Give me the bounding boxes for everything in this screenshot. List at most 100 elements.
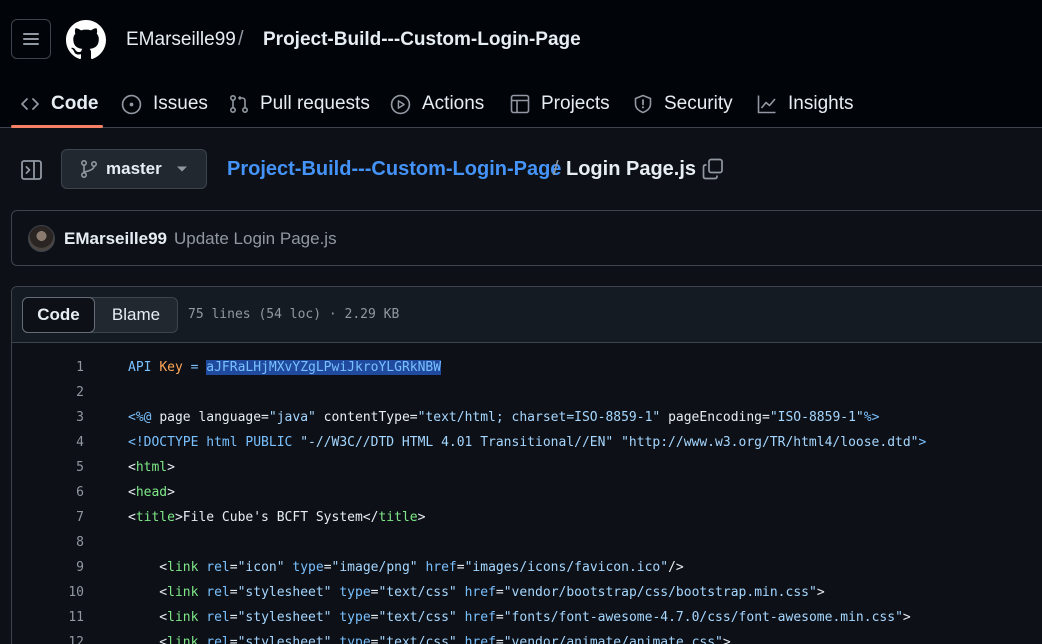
branch-select-button[interactable]: master xyxy=(61,149,207,189)
breadcrumb-owner[interactable]: EMarseille99 xyxy=(126,29,236,51)
line-number[interactable]: 10 xyxy=(12,580,84,605)
file-meta: 75 lines (54 loc) · 2.29 KB xyxy=(188,307,400,322)
blame-view-button[interactable]: Blame xyxy=(95,298,177,332)
code-token: "vendor/animate/animate.css" xyxy=(503,635,723,644)
tab-pull-requests[interactable]: Pull requests xyxy=(229,80,370,128)
code-view-button[interactable]: Code xyxy=(22,297,95,333)
code-line: 6 <head> xyxy=(12,480,1042,505)
play-icon xyxy=(390,94,411,114)
tab-label: Actions xyxy=(422,93,485,114)
line-number[interactable]: 2 xyxy=(12,380,84,405)
line-number[interactable]: 6 xyxy=(12,480,84,505)
commit-message[interactable]: Update Login Page.js xyxy=(174,229,337,249)
code-token: "fonts/font-awesome-4.7.0/css/font-aweso… xyxy=(503,610,903,625)
code-token: /> xyxy=(668,560,684,575)
code-token: "ISO-8859-1" xyxy=(769,410,864,425)
code-token: < xyxy=(128,560,168,575)
tab-label: Pull requests xyxy=(260,93,370,114)
avatar[interactable] xyxy=(28,225,55,252)
code-token: > xyxy=(167,485,175,500)
code-body[interactable]: 1 API Key = aJFRaLHjMXvYZgLPwiJkroYLGRkNB… xyxy=(12,343,1042,644)
code-token: = xyxy=(229,610,238,625)
file-path-repo-link[interactable]: Project-Build---Custom-Login-Page xyxy=(227,158,561,181)
code-token: link xyxy=(167,610,199,625)
code-token: >File Cube's BCFT System</ xyxy=(174,510,379,525)
code-token: contentType= xyxy=(315,410,418,425)
code-token: Key xyxy=(159,360,183,375)
tab-projects[interactable]: Projects xyxy=(510,80,610,128)
menu-button[interactable] xyxy=(11,19,51,59)
code-token: "image/png" xyxy=(331,560,418,575)
line-content: <!DOCTYPE html PUBLIC "-//W3C//DTD HTML … xyxy=(128,430,926,455)
line-content: <link rel="stylesheet" type="text/css" h… xyxy=(128,630,730,644)
line-content: <head> xyxy=(128,480,175,505)
line-number[interactable]: 9 xyxy=(12,555,84,580)
github-logo-icon[interactable] xyxy=(66,20,106,60)
commit-author[interactable]: EMarseille99 xyxy=(64,229,167,249)
code-token: > xyxy=(417,510,426,525)
line-content: <link rel="icon" type="image/png" href="… xyxy=(128,555,684,580)
code-token: <!DOCTYPE html PUBLIC xyxy=(128,435,301,450)
code-token: = xyxy=(229,635,238,644)
line-number[interactable]: 7 xyxy=(12,505,84,530)
code-header: Code Blame 75 lines (54 loc) · 2.29 KB xyxy=(12,287,1042,343)
line-number[interactable]: 1 xyxy=(12,355,84,380)
line-number[interactable]: 12 xyxy=(12,630,84,644)
code-token: title xyxy=(135,510,175,525)
code-line: 8 xyxy=(12,530,1042,555)
code-line: 10 <link rel="stylesheet" type="text/css… xyxy=(12,580,1042,605)
line-number[interactable]: 3 xyxy=(12,405,84,430)
code-token: "java" xyxy=(268,410,316,425)
code-token: "icon" xyxy=(237,560,285,575)
code-token: link xyxy=(167,585,199,600)
tab-code[interactable]: Code xyxy=(20,80,99,128)
code-token: href xyxy=(464,585,496,600)
code-token: "vendor/bootstrap/css/bootstrap.min.css" xyxy=(503,585,817,600)
code-token: = xyxy=(495,610,504,625)
copy-path-icon[interactable] xyxy=(702,158,724,180)
breadcrumb-separator: / xyxy=(238,28,244,50)
tab-actions[interactable]: Actions xyxy=(390,80,484,128)
line-number[interactable]: 4 xyxy=(12,430,84,455)
code-token: "stylesheet" xyxy=(237,635,332,644)
file-path-separator: / xyxy=(553,158,559,180)
view-toggle: Code Blame xyxy=(22,297,178,333)
line-content: API Key = aJFRaLHjMXvYZgLPwiJkroYLGRkNBW xyxy=(128,355,442,380)
code-token: "-//W3C//DTD HTML 4.01 Transitional//EN" xyxy=(300,435,614,450)
line-number[interactable]: 5 xyxy=(12,455,84,480)
code-token: = xyxy=(456,560,465,575)
code-line: 5 <html> xyxy=(12,455,1042,480)
tab-label: Insights xyxy=(788,93,854,114)
code-token: = xyxy=(229,560,238,575)
code-token: > xyxy=(902,610,911,625)
issue-opened-icon xyxy=(121,94,142,114)
line-content: <html> xyxy=(128,455,175,480)
code-token: "images/icons/favicon.ico" xyxy=(464,560,669,575)
breadcrumb-repo[interactable]: Project-Build---Custom-Login-Page xyxy=(263,29,581,51)
code-line: 3 <%@ page language="java" contentType="t… xyxy=(12,405,1042,430)
sidebar-expand-icon[interactable] xyxy=(18,156,46,184)
branch-name: master xyxy=(106,159,162,178)
tab-security[interactable]: Security xyxy=(633,80,733,128)
code-token: head xyxy=(135,485,168,500)
tab-issues[interactable]: Issues xyxy=(121,80,208,128)
shield-icon xyxy=(634,94,652,114)
code-token: page language= xyxy=(159,410,269,425)
code-token: "http://www.w3.org/TR/html4/loose.dtd" xyxy=(621,435,919,450)
code-token: link xyxy=(167,635,199,644)
code-token: > xyxy=(918,435,927,450)
graph-icon xyxy=(757,95,776,114)
tab-label: Projects xyxy=(541,93,610,114)
line-number[interactable]: 8 xyxy=(12,530,84,555)
tab-insights[interactable]: Insights xyxy=(757,80,853,128)
code-token: <%@ xyxy=(128,410,160,425)
code-token: type xyxy=(292,560,324,575)
line-number[interactable]: 11 xyxy=(12,605,84,630)
code-token: aJFRaLHjMXvYZgLPwiJkroYLGRkNBW xyxy=(206,360,442,375)
latest-commit-box: EMarseille99 Update Login Page.js xyxy=(11,210,1042,266)
code-token: > xyxy=(816,585,825,600)
hamburger-icon xyxy=(23,33,39,45)
